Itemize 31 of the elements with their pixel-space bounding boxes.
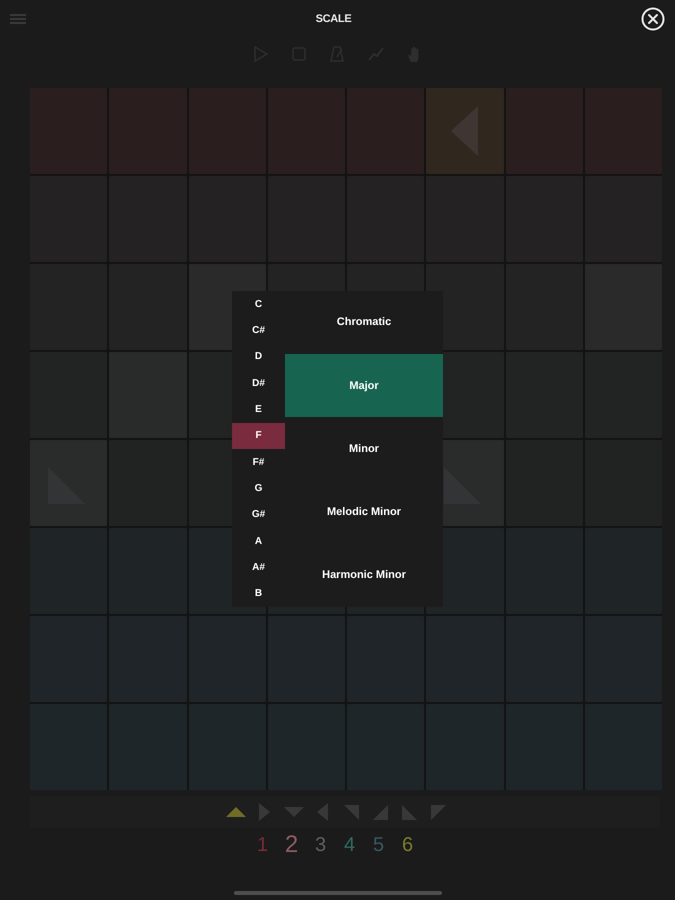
triangle-shape-icon[interactable] (226, 807, 246, 817)
channel-number[interactable]: 6 (402, 832, 414, 858)
scale-option[interactable]: Chromatic (285, 291, 443, 354)
note-option[interactable]: F (232, 422, 285, 449)
triangle-shape-icon[interactable] (373, 804, 388, 820)
note-option[interactable]: A (232, 528, 285, 554)
triangle-shape-icon[interactable] (344, 804, 359, 820)
note-option[interactable]: A# (232, 554, 285, 581)
scale-option[interactable]: Minor (285, 417, 443, 481)
note-option[interactable]: G (232, 475, 285, 502)
note-option[interactable]: B (232, 580, 285, 607)
note-option[interactable]: C (232, 291, 285, 318)
triangle-shape-icon[interactable] (259, 803, 270, 821)
note-option[interactable]: E (232, 396, 285, 423)
note-option[interactable]: C# (232, 317, 285, 344)
scale-option[interactable]: Melodic Minor (285, 480, 443, 544)
note-option[interactable]: G# (232, 502, 285, 528)
note-option[interactable]: D# (232, 370, 285, 396)
corner-triangle-icon (444, 466, 482, 504)
scale-option[interactable]: Harmonic Minor (285, 544, 443, 608)
scale-option[interactable]: Major (285, 354, 443, 418)
triangle-shape-icon[interactable] (431, 804, 446, 820)
triangle-shape-icon[interactable] (317, 803, 328, 821)
note-option[interactable]: D (232, 344, 285, 370)
menu-icon[interactable] (10, 14, 26, 24)
close-icon[interactable] (641, 7, 665, 31)
screen-title: SCALE (316, 12, 352, 27)
pad[interactable] (426, 88, 504, 174)
triangle-shape-icon[interactable] (402, 804, 417, 820)
note-option[interactable]: F# (232, 448, 285, 476)
triangle-shape-icon[interactable] (284, 807, 304, 817)
